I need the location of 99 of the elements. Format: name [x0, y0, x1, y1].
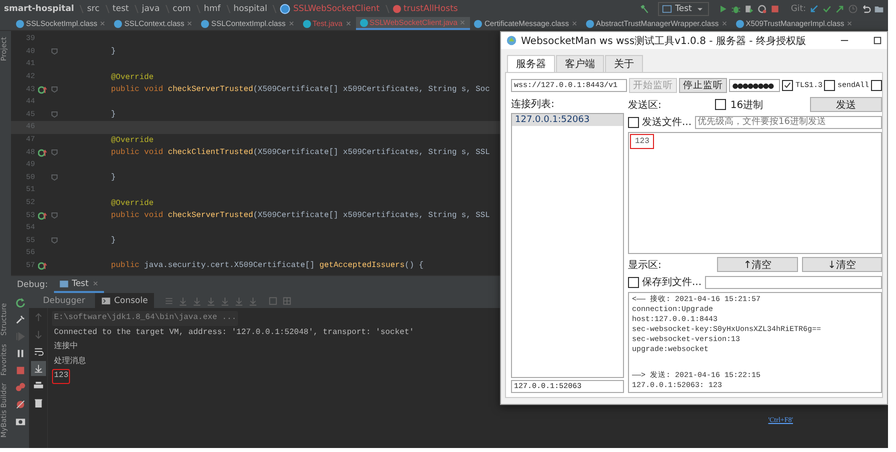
run-icon[interactable] [718, 4, 728, 14]
breadcrumb[interactable]: test [112, 4, 129, 14]
console-line: 处理消息 [53, 356, 87, 368]
override-icon[interactable] [38, 148, 48, 157]
checkbox[interactable] [871, 80, 882, 91]
override-icon[interactable] [38, 212, 48, 220]
close-icon[interactable] [570, 20, 578, 27]
class-file-icon [114, 20, 122, 28]
java-file-icon [360, 18, 368, 26]
stop-icon[interactable] [770, 4, 780, 14]
close-icon[interactable] [92, 280, 99, 287]
class-file-icon [474, 20, 482, 28]
window-tab[interactable]: 客户端 [556, 55, 604, 72]
java-file-icon [302, 20, 311, 28]
close-icon[interactable] [186, 20, 194, 27]
menu-icon[interactable] [164, 296, 174, 306]
send-button[interactable]: 发送 [810, 97, 882, 112]
maximize-icon[interactable] [873, 36, 882, 45]
breakpoints-icon[interactable] [14, 382, 26, 393]
clear-button[interactable]: ↑清空 [717, 257, 798, 272]
console-icon [101, 296, 112, 306]
folder-icon[interactable] [874, 4, 884, 14]
bug-icon[interactable] [730, 4, 741, 14]
up-arrow-icon[interactable] [32, 312, 44, 323]
resume-icon[interactable] [14, 331, 26, 342]
breadcrumb[interactable]: src [87, 4, 100, 14]
stop-listening-button[interactable]: 停止监听 [679, 78, 728, 93]
connection-item[interactable]: 127.0.0.1:52063 [512, 114, 623, 126]
git-label: Git: [790, 4, 806, 14]
check-icon[interactable] [822, 4, 832, 14]
send-area-label: 发送区: [628, 98, 662, 112]
checkbox-label: 16进制 [730, 98, 764, 112]
clear-button[interactable]: ↓清空 [802, 257, 882, 272]
checkbox-label: 发送文件... [642, 116, 692, 129]
scroll-to-end-icon[interactable] [32, 363, 44, 374]
checkbox[interactable] [824, 80, 836, 91]
mute-breakpoints-icon[interactable] [14, 399, 26, 410]
connections-label: 连接列表: [511, 98, 556, 111]
close-icon[interactable] [720, 20, 728, 27]
breadcrumb[interactable]: hospital [234, 4, 268, 14]
down-arrow-icon[interactable] [32, 329, 44, 340]
save-path-field[interactable] [704, 276, 882, 288]
breadcrumb[interactable]: smart-hospital [4, 4, 74, 14]
console-line: Connected to the target VM, address: '127.0.0.1:52048', transport: 'socket' [53, 326, 416, 338]
checkbox[interactable] [628, 116, 639, 128]
file-path-field[interactable]: 优先级高，文件要按16进制发送 [694, 116, 882, 128]
undo-icon[interactable] [861, 4, 871, 14]
window-title: WebsocketMan ws wss测试工具v1.0.8 - 服务器 - 终身授权版 [521, 34, 807, 48]
debug-tab[interactable]: Console [95, 293, 154, 308]
debug-label: Debug: [17, 280, 48, 290]
checkbox[interactable] [782, 80, 794, 91]
close-icon[interactable] [288, 20, 295, 27]
update-icon[interactable] [809, 4, 819, 14]
close-icon[interactable] [459, 19, 466, 26]
class-file-icon [16, 20, 24, 28]
stop-icon[interactable] [14, 365, 26, 376]
camera-icon[interactable] [14, 416, 26, 427]
override-icon[interactable] [38, 262, 48, 270]
grid-icon[interactable] [282, 296, 292, 306]
override-icon[interactable] [38, 86, 48, 94]
rerun-icon[interactable] [14, 297, 26, 308]
window-tab[interactable]: 关于 [605, 55, 643, 72]
fold-marker-icon[interactable] [51, 48, 58, 56]
trash-icon[interactable] [32, 397, 44, 408]
fold-marker-icon[interactable] [51, 212, 58, 220]
hammer-icon[interactable] [639, 4, 650, 14]
close-icon[interactable] [344, 20, 352, 27]
checkbox-label: 保存到文件... [642, 276, 702, 289]
close-icon[interactable] [846, 20, 854, 27]
app-icon [506, 35, 517, 46]
class-file-icon [736, 20, 744, 28]
breadcrumb[interactable]: hmf [204, 4, 220, 14]
breadcrumb[interactable]: com [172, 4, 191, 14]
close-icon[interactable] [99, 20, 106, 27]
debug-tab[interactable]: Debugger [37, 293, 92, 308]
method-icon [392, 4, 401, 12]
wrench-icon[interactable] [14, 314, 26, 325]
class-file-icon [201, 20, 210, 28]
class-icon [280, 4, 290, 14]
fold-marker-icon[interactable] [51, 111, 58, 118]
fold-marker-icon[interactable] [51, 174, 58, 182]
console-line: 连接中 [53, 340, 79, 353]
fold-marker-icon[interactable] [51, 237, 58, 244]
fold-marker-icon[interactable] [51, 86, 58, 94]
run-configuration-dropdown[interactable]: Test [658, 2, 709, 16]
display-area-label: 显示区: [628, 258, 662, 272]
send-text: 123 [630, 134, 654, 149]
checkbox[interactable] [715, 99, 726, 110]
soft-wrap-icon[interactable] [32, 346, 44, 357]
push-icon[interactable] [835, 4, 845, 14]
window-icon [58, 278, 69, 288]
print-icon[interactable] [32, 380, 44, 391]
checkbox[interactable] [628, 276, 639, 288]
window-tab[interactable]: 服务器 [507, 55, 555, 72]
breadcrumb[interactable]: java [142, 4, 160, 14]
window-icon [662, 4, 672, 14]
send-text-area[interactable]: 123 [628, 132, 882, 254]
fold-marker-icon[interactable] [51, 149, 58, 156]
class-file-icon [586, 20, 594, 28]
